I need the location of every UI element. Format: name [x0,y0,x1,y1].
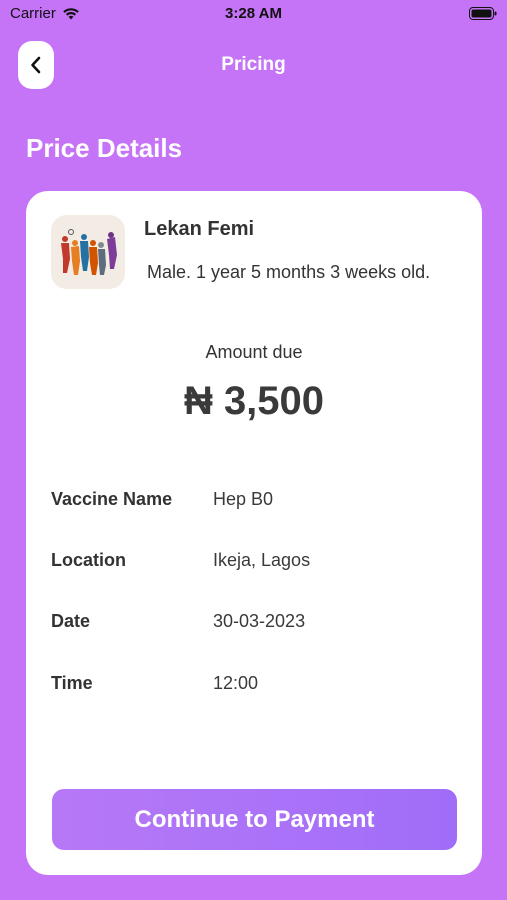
detail-value: 30-03-2023 [213,611,306,631]
continue-to-payment-button[interactable]: Continue to Payment [52,789,457,850]
athletes-illustration-icon [51,215,125,289]
detail-value: Ikeja, Lagos [213,550,311,570]
patient-info: Male. 1 year 5 months 3 weeks old. [147,262,431,282]
section-title: Price Details [26,133,183,163]
status-bar: Carrier 3:28 AM [0,0,507,28]
amount-label: Amount due [205,342,303,362]
amount-value: ₦ 3,500 [183,379,325,423]
detail-label: Vaccine Name [51,489,173,509]
detail-value: 12:00 [213,673,259,693]
detail-row-date: Date 30-03-2023 [51,611,471,637]
detail-label: Location [51,550,126,570]
detail-row-vaccine: Vaccine Name Hep B0 [51,489,471,515]
price-card: Lekan Femi Male. 1 year 5 months 3 weeks… [26,191,482,875]
nav-title: Pricing [221,54,286,75]
avatar [51,215,125,289]
detail-row-time: Time 12:00 [51,673,471,699]
detail-value: Hep B0 [213,489,274,509]
status-time: 3:28 AM [225,5,282,22]
battery-icon [469,7,497,24]
detail-row-location: Location Ikeja, Lagos [51,550,471,576]
detail-label: Time [51,673,93,693]
detail-label: Date [51,611,91,631]
patient-name: Lekan Femi [144,218,255,240]
